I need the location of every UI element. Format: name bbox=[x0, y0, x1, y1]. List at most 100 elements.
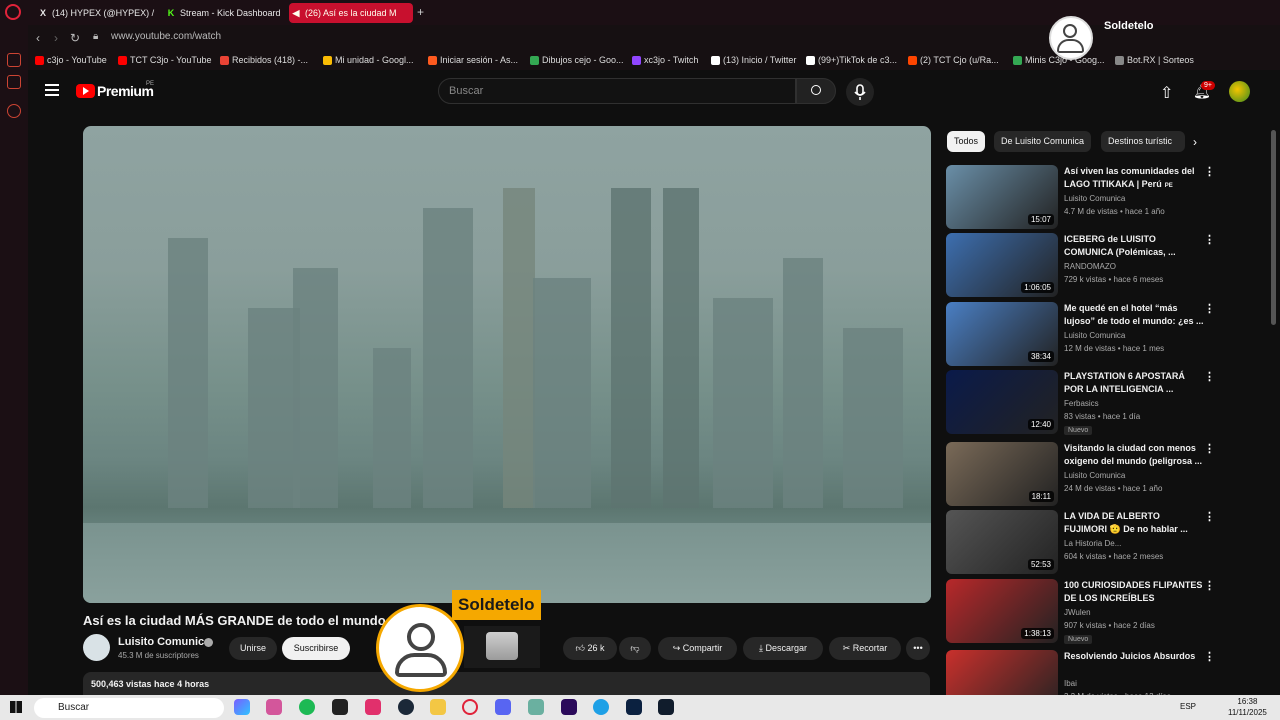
taskbar-clock[interactable]: 16:38 11/11/2025 bbox=[1228, 696, 1267, 718]
more-options-icon[interactable]: ⋮ bbox=[1204, 650, 1215, 663]
search-button[interactable] bbox=[796, 78, 836, 104]
recommendation-item[interactable]: 1:38:13 100 CURIOSIDADES FLIPANTES DE LOS… bbox=[946, 579, 1216, 644]
recommendation-item[interactable]: 52:53 LA VIDA DE ALBERTO FUJIMORI 🫡 De no… bbox=[946, 510, 1216, 574]
steam-icon[interactable] bbox=[398, 699, 414, 715]
bookmark-item[interactable]: Iniciar sesión - As... bbox=[428, 55, 518, 65]
download-button[interactable]: ⤓ Descargar bbox=[743, 637, 823, 660]
subscribe-button[interactable]: Suscribirse bbox=[282, 637, 350, 660]
recommendation-channel[interactable]: Luisito Comunica bbox=[1064, 471, 1125, 480]
reload-icon[interactable]: ↻ bbox=[70, 31, 80, 45]
more-options-icon[interactable]: ⋮ bbox=[1204, 510, 1215, 523]
windows-start-icon[interactable] bbox=[10, 701, 22, 713]
recommendation-title[interactable]: LA VIDA DE ALBERTO FUJIMORI 🫡 De no habl… bbox=[1064, 510, 1204, 536]
instagram-icon[interactable] bbox=[365, 699, 381, 715]
more-options-icon[interactable]: ⋮ bbox=[1204, 165, 1215, 178]
app-icon[interactable] bbox=[658, 699, 674, 715]
more-options-icon[interactable]: ⋮ bbox=[1204, 370, 1215, 383]
video-player[interactable] bbox=[83, 126, 931, 603]
recommendation-channel[interactable]: RANDOMAZO bbox=[1064, 262, 1116, 271]
voice-search-button[interactable] bbox=[846, 78, 874, 106]
bookmark-item[interactable]: c3jo - YouTube bbox=[35, 55, 107, 65]
recommendation-item[interactable]: 12:40 PLAYSTATION 6 APOSTARÁ POR LA INTEL… bbox=[946, 370, 1216, 435]
chip-all[interactable]: Todos bbox=[947, 131, 986, 152]
photoshop-icon[interactable] bbox=[626, 699, 642, 715]
video-thumbnail[interactable]: 52:53 bbox=[946, 510, 1058, 574]
video-thumbnail[interactable]: 1:06:05 bbox=[946, 233, 1058, 297]
dislike-button[interactable]: 👎︎ bbox=[619, 637, 651, 660]
chip-destinations[interactable]: Destinos turístic bbox=[1101, 131, 1185, 152]
language-indicator[interactable]: ESP bbox=[1180, 702, 1196, 711]
youtube-brand[interactable]: Premium bbox=[97, 83, 154, 99]
bookmark-item[interactable]: Dibujos cejo - Goo... bbox=[530, 55, 624, 65]
discord-icon[interactable] bbox=[495, 699, 511, 715]
channel-avatar[interactable] bbox=[83, 634, 110, 661]
clip-button[interactable]: ✂ Recortar bbox=[829, 637, 901, 660]
youtube-logo-icon[interactable] bbox=[76, 84, 95, 98]
recommendation-channel[interactable]: Luisito Comunica bbox=[1064, 331, 1125, 340]
tab-hypex[interactable]: X (14) HYPEX (@HYPEX) / X bbox=[36, 3, 156, 23]
back-icon[interactable]: ‹ bbox=[36, 31, 40, 45]
recommendation-title[interactable]: Así viven las comunidades del LAGO TITIK… bbox=[1064, 165, 1204, 192]
premiere-icon[interactable] bbox=[561, 699, 577, 715]
more-options-icon[interactable]: ⋮ bbox=[1204, 579, 1215, 592]
chip-scroll-right-icon[interactable]: › bbox=[1193, 135, 1197, 149]
video-thumbnail[interactable]: 38:34 bbox=[946, 302, 1058, 366]
file-explorer-icon[interactable] bbox=[430, 699, 446, 715]
video-thumbnail[interactable]: 12:40 bbox=[946, 370, 1058, 434]
more-options-icon[interactable]: ⋮ bbox=[1204, 302, 1215, 315]
instagram-icon[interactable] bbox=[7, 75, 21, 89]
upload-icon[interactable]: ⇧ bbox=[1160, 83, 1173, 103]
recommendation-channel[interactable]: Ibai bbox=[1064, 679, 1077, 688]
bookmark-item[interactable]: xc3jo - Twitch bbox=[632, 55, 698, 65]
tab-youtube-active[interactable]: ◀ (26) Así es la ciudad M bbox=[289, 3, 413, 23]
recommendation-title[interactable]: 100 CURIOSIDADES FLIPANTES DE LOS INCREÍ… bbox=[1064, 579, 1204, 605]
join-button[interactable]: Unirse bbox=[229, 637, 277, 660]
bookmark-item[interactable]: (2) TCT Cjo (u/Ra... bbox=[908, 55, 999, 65]
recommendation-title[interactable]: PLAYSTATION 6 APOSTARÁ POR LA INTELIGENC… bbox=[1064, 370, 1204, 396]
recommendation-channel[interactable]: JWulen bbox=[1064, 608, 1091, 617]
copilot-icon[interactable] bbox=[234, 699, 250, 715]
tab-kick[interactable]: K Stream - Kick Dashboard bbox=[164, 3, 282, 23]
page-scrollbar[interactable] bbox=[1271, 130, 1276, 325]
new-tab-button[interactable]: + bbox=[417, 5, 424, 19]
more-options-icon[interactable]: ⋮ bbox=[1204, 442, 1215, 455]
share-button[interactable]: ↪ Compartir bbox=[658, 637, 737, 660]
more-actions-button[interactable]: ••• bbox=[906, 637, 930, 660]
recommendation-item[interactable]: 18:11 Visitando la ciudad con menos oxige… bbox=[946, 442, 1216, 506]
chip-channel[interactable]: De Luisito Comunica bbox=[994, 131, 1092, 152]
video-thumbnail[interactable]: 1:38:13 bbox=[946, 579, 1058, 643]
hamburger-menu-icon[interactable] bbox=[45, 84, 59, 96]
recommendation-item[interactable]: 15:07 Así viven las comunidades del LAGO … bbox=[946, 165, 1216, 229]
recommendation-title[interactable]: Visitando la ciudad con menos oxigeno de… bbox=[1064, 442, 1204, 468]
recommendation-channel[interactable]: Ferbasics bbox=[1064, 399, 1099, 408]
channel-name[interactable]: Luisito Comunica bbox=[118, 636, 210, 648]
recommendation-title[interactable]: Resolviendo Juicios Absurdos bbox=[1064, 650, 1204, 663]
epic-games-icon[interactable] bbox=[332, 699, 348, 715]
recommendation-title[interactable]: ICEBERG de LUISITO COMUNICA (Polémicas, … bbox=[1064, 233, 1204, 259]
account-avatar[interactable] bbox=[1229, 81, 1250, 102]
video-thumbnail[interactable]: 15:07 bbox=[946, 165, 1058, 229]
like-button[interactable]: 👍︎ 26 k bbox=[563, 637, 617, 660]
spotify-icon[interactable] bbox=[299, 699, 315, 715]
bookmark-item[interactable]: TCT C3jo - YouTube bbox=[118, 55, 212, 65]
bookmark-item[interactable]: Bot.RX | Sorteos bbox=[1115, 55, 1194, 65]
recommendation-item[interactable]: 1:06:05 ICEBERG de LUISITO COMUNICA (Polé… bbox=[946, 233, 1216, 297]
recommendation-channel[interactable]: La Historia De... bbox=[1064, 539, 1121, 548]
url-field[interactable]: www.youtube.com/watch bbox=[111, 31, 221, 42]
bookmark-item[interactable]: (13) Inicio / Twitter bbox=[711, 55, 796, 65]
edge-icon[interactable] bbox=[593, 699, 609, 715]
more-options-icon[interactable]: ⋮ bbox=[1204, 233, 1215, 246]
app-icon[interactable] bbox=[528, 699, 544, 715]
forward-icon[interactable]: › bbox=[54, 31, 58, 45]
video-thumbnail[interactable]: 18:11 bbox=[946, 442, 1058, 506]
opera-logo-icon[interactable] bbox=[5, 4, 21, 20]
messenger-icon[interactable] bbox=[7, 53, 21, 67]
bookmark-item[interactable]: (99+)TikTok de c3... bbox=[806, 55, 897, 65]
recommendation-title[interactable]: Me quedé en el hotel “más lujoso” de tod… bbox=[1064, 302, 1204, 328]
whatsapp-icon[interactable] bbox=[7, 104, 21, 118]
recommendation-channel[interactable]: Luisito Comunica bbox=[1064, 194, 1125, 203]
recommendation-item[interactable]: 38:34 Me quedé en el hotel “más lujoso” d… bbox=[946, 302, 1216, 366]
search-input[interactable]: Buscar bbox=[438, 78, 796, 104]
opera-icon[interactable] bbox=[462, 699, 478, 715]
bookmark-item[interactable]: Recibidos (418) -... bbox=[220, 55, 308, 65]
